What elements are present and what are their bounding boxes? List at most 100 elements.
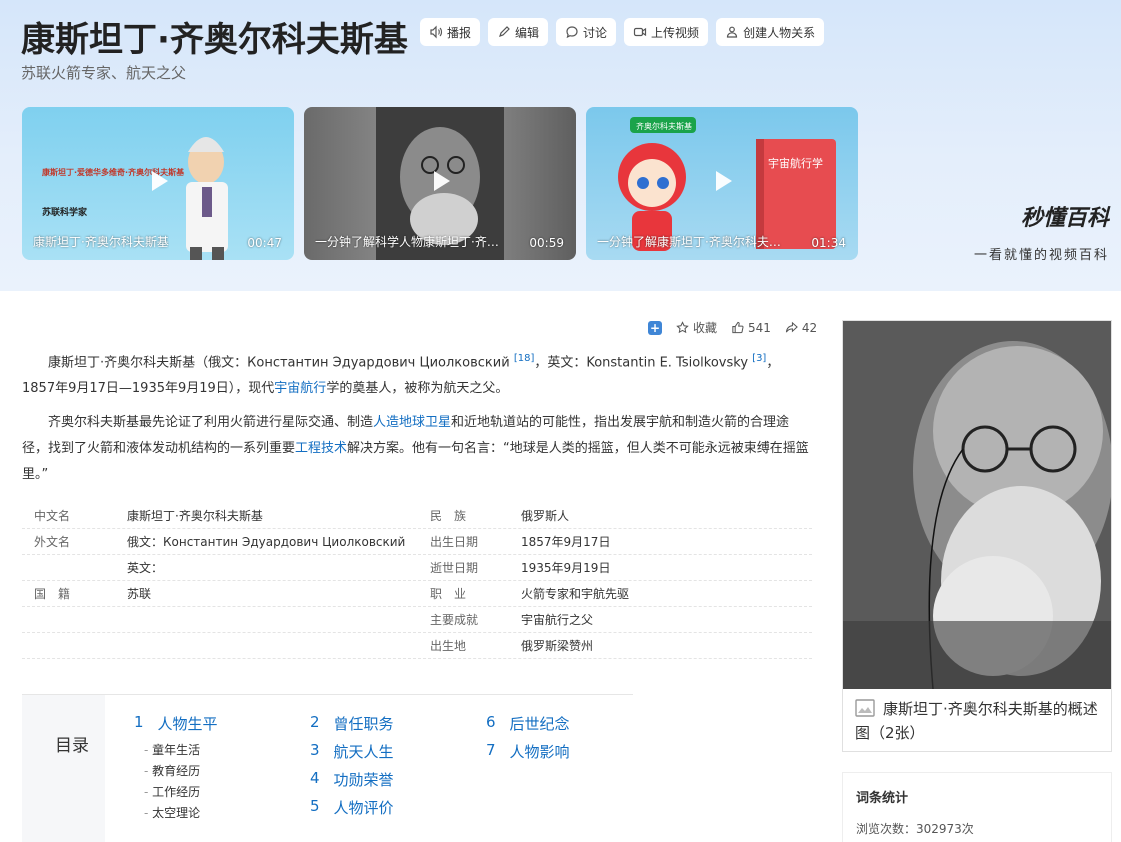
toc-subitem[interactable]: 工作经历 — [134, 783, 218, 804]
toc-column-3: 6 后世纪念 7 人物影响 — [486, 713, 570, 769]
link-engineering-tech[interactable]: 工程技术 — [295, 441, 347, 456]
video-card-1[interactable]: 康斯坦丁·爱德华多维奇·齐奥尔科夫斯基 苏联科学家 康斯坦丁·齐奥尔科夫斯基 0… — [22, 107, 294, 260]
broadcast-label: 播报 — [447, 25, 472, 40]
toc-title: 功勋荣誉 — [333, 771, 394, 789]
video-card-3[interactable]: 齐奥尔科夫斯基 宇宙航行学 一分钟了解康斯坦丁·齐奥尔科夫斯基 01:34 — [586, 107, 858, 260]
video-3-title: 一分钟了解康斯坦丁·齐奥尔科夫斯基 — [597, 235, 792, 249]
toc-column-1: 1 人物生平 童年生活 教育经历 工作经历 太空理论 — [134, 713, 218, 825]
link-artificial-satellite[interactable]: 人造地球卫星 — [373, 415, 451, 430]
toc-header: 目录 — [22, 695, 105, 842]
toc-subitem[interactable]: 太空理论 — [134, 804, 218, 825]
plus-icon: + — [648, 320, 662, 335]
basic-info-table: 中文名 康斯坦丁·齐奥尔科夫斯基 民 族 俄罗斯人 外文名 俄文：Константин… — [22, 503, 812, 659]
pencil-icon — [497, 25, 511, 39]
edit-button[interactable]: 编辑 — [488, 18, 549, 46]
summary-text: ，英文：Konstantin E. Tsiolkovsky — [534, 355, 753, 371]
info-row: 外文名 俄文：Константин Эдуардович Циолковский … — [22, 529, 812, 555]
info-row: 国 籍 苏联 职 业 火箭专家和宇航先驱 — [22, 581, 812, 607]
toc-item-5[interactable]: 5 人物评价 — [310, 797, 394, 825]
thumbs-up-icon — [732, 321, 744, 334]
info-row: 英文： 逝世日期 1935年9月19日 — [22, 555, 812, 581]
video-3-duration: 01:34 — [811, 236, 846, 250]
toc-num: 2 — [310, 713, 320, 731]
video-1-duration: 00:47 — [247, 236, 282, 250]
discuss-button[interactable]: 讨论 — [556, 18, 617, 46]
broadcast-button[interactable]: 播报 — [420, 18, 481, 46]
info-value: 苏联 — [127, 587, 152, 601]
info-row: 中文名 康斯坦丁·齐奥尔科夫斯基 民 族 俄罗斯人 — [22, 503, 812, 529]
star-icon — [676, 321, 689, 334]
stats-title: 词条统计 — [856, 791, 909, 806]
share-count: 42 — [801, 320, 818, 335]
image-icon — [855, 699, 875, 717]
add-button[interactable]: + — [648, 320, 662, 335]
toc-num: 6 — [486, 713, 496, 731]
summary-text: 学的奠基人，被称为航天之父。 — [326, 381, 509, 397]
info-value: 康斯坦丁·齐奥尔科夫斯基 — [127, 509, 263, 523]
video-3-book-label: 宇宙航行学 — [768, 156, 823, 170]
info-key: 民 族 — [430, 509, 467, 523]
lemma-header: 康斯坦丁·齐奥尔科夫斯基 苏联火箭专家、航天之父 播报 编辑 讨论 上传视频 创… — [0, 0, 1121, 291]
stats-views: 浏览次数：302973次 — [856, 822, 974, 836]
toc-title: 人物评价 — [333, 799, 394, 817]
toc-item-1[interactable]: 1 人物生平 — [134, 713, 218, 741]
like-count: 541 — [748, 320, 771, 335]
video-3-badge: 齐奥尔科夫斯基 — [636, 121, 692, 131]
video-card-2[interactable]: 一分钟了解科学人物康斯坦丁·齐奥... 00:59 — [304, 107, 576, 260]
toc-subitem[interactable]: 教育经历 — [134, 762, 218, 783]
video-2-title: 一分钟了解科学人物康斯坦丁·齐奥... — [315, 235, 510, 249]
speaker-icon — [429, 25, 443, 39]
create-relation-button[interactable]: 创建人物关系 — [716, 18, 825, 46]
toc-num: 7 — [486, 741, 496, 759]
toc-subitem[interactable]: 童年生活 — [134, 741, 218, 762]
info-value: 俄文：Константин Эдуардович Циолковский — [127, 535, 406, 549]
info-row: 出生地 俄罗斯梁赞州 — [22, 633, 812, 659]
toc-item-6[interactable]: 6 后世纪念 — [486, 713, 570, 741]
collect-button[interactable]: 收藏 — [676, 319, 717, 336]
play-icon — [152, 170, 168, 191]
summary-paragraph-1: 康斯坦丁·齐奥尔科夫斯基（俄文：Константин Эдуардович Ци… — [22, 346, 812, 402]
reference-link[interactable]: [3] — [752, 353, 766, 364]
play-icon — [716, 170, 732, 191]
toc-num: 5 — [310, 797, 320, 815]
info-key: 主要成就 — [430, 613, 479, 627]
toc-item-3[interactable]: 3 航天人生 — [310, 741, 394, 769]
toc-label: 目录 — [55, 736, 89, 756]
toc-title: 曾任职务 — [333, 715, 394, 733]
brand-slogan: 一看就懂的视频百科 — [973, 248, 1109, 263]
toc-num: 4 — [310, 769, 320, 787]
info-key: 外文名 — [34, 535, 71, 549]
toc-item-7[interactable]: 7 人物影响 — [486, 741, 570, 769]
info-key: 中文名 — [34, 509, 71, 523]
video-2-duration: 00:59 — [529, 236, 564, 250]
lemma-statistics: 词条统计 浏览次数：302973次 — [842, 772, 1112, 842]
summary-text: 齐奥尔科夫斯基最先论证了利用火箭进行星际交通、制造 — [48, 415, 374, 430]
info-key — [22, 559, 127, 576]
toc-title: 后世纪念 — [509, 715, 570, 733]
info-value: 俄罗斯人 — [521, 509, 570, 523]
toc-title: 人物影响 — [509, 743, 570, 761]
lemma-actions: + 收藏 541 42 — [648, 319, 817, 336]
video-camera-icon — [633, 25, 647, 39]
info-value: 1935年9月19日 — [521, 561, 611, 575]
video-list: 康斯坦丁·爱德华多维奇·齐奥尔科夫斯基 苏联科学家 康斯坦丁·齐奥尔科夫斯基 0… — [22, 107, 858, 260]
toc-item-2[interactable]: 2 曾任职务 — [310, 713, 394, 741]
info-value: 宇宙航行之父 — [521, 613, 594, 627]
link-space-navigation[interactable]: 宇宙航行 — [274, 381, 326, 396]
summary-picture-caption: 康斯坦丁·齐奥尔科夫斯基的概述图（2张） — [855, 697, 1105, 745]
toc-num: 1 — [134, 713, 144, 731]
upload-video-label: 上传视频 — [651, 25, 700, 40]
discuss-label: 讨论 — [583, 25, 608, 40]
toc-column-2: 2 曾任职务 3 航天人生 4 功勋荣誉 5 人物评价 — [310, 713, 394, 825]
summary-text: 康斯坦丁·齐奥尔科夫斯基（俄文：Константин Эдуардович Ци… — [48, 355, 514, 371]
info-value: 俄罗斯梁赞州 — [521, 639, 594, 653]
info-row: 主要成就 宇宙航行之父 — [22, 607, 812, 633]
like-button[interactable]: 541 — [731, 321, 771, 335]
reference-link[interactable]: [18] — [514, 353, 535, 364]
summary-picture[interactable]: 康斯坦丁·齐奥尔科夫斯基的概述图（2张） — [842, 320, 1112, 752]
brand-logo: 秒懂百科 — [1020, 206, 1109, 231]
toc-item-4[interactable]: 4 功勋荣誉 — [310, 769, 394, 797]
share-button[interactable]: 42 — [785, 321, 817, 335]
upload-video-button[interactable]: 上传视频 — [624, 18, 709, 46]
info-value: 火箭专家和宇航先驱 — [521, 587, 630, 601]
